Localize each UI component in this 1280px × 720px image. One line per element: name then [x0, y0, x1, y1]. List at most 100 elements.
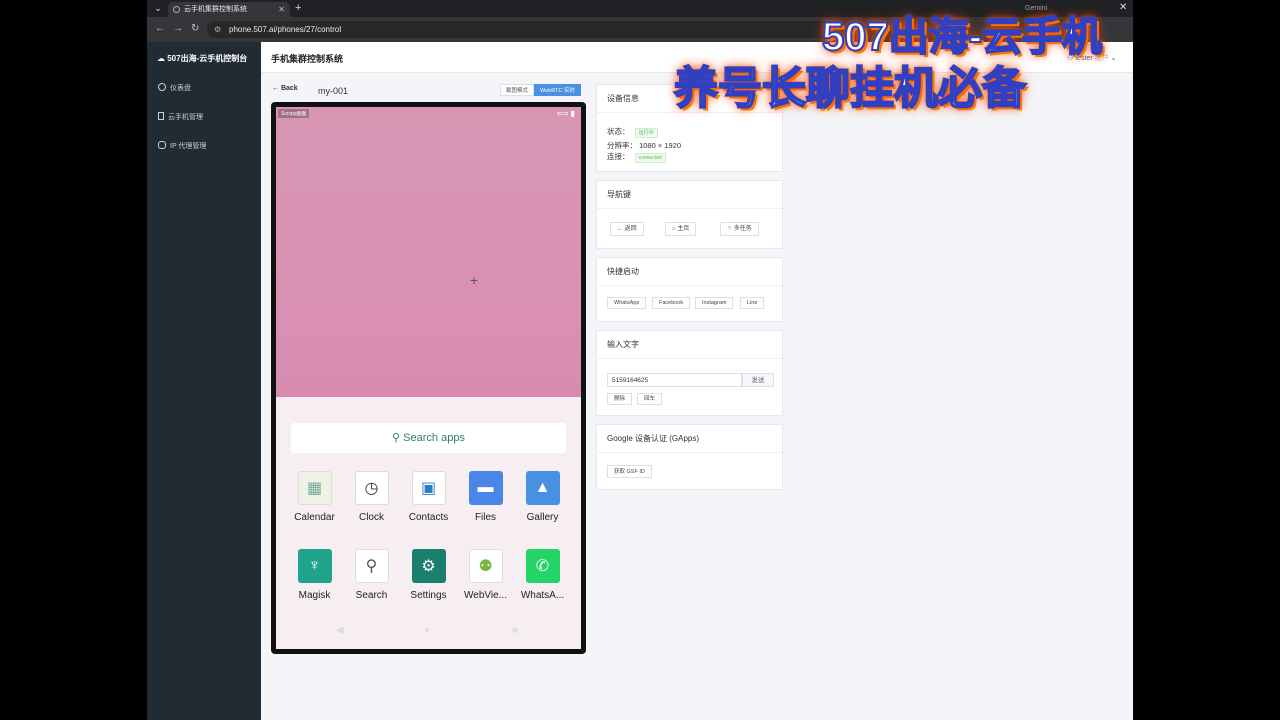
phone-frame: Scrcpy画面 ⟺ ▮ + ⚲ Search apps ▦ Calendar …: [271, 102, 586, 654]
app-label: Calendar: [294, 512, 335, 523]
search-icon: ⚲: [392, 432, 401, 444]
nav-back-label: 返回: [624, 226, 637, 232]
launch-instagram-button[interactable]: Instagram: [695, 297, 734, 309]
nav-back-icon[interactable]: ◀: [336, 625, 344, 636]
crosshair-icon: +: [470, 272, 479, 288]
url-text: phone.507.ai/phones/27/control: [229, 25, 342, 34]
status-badge: 运行中: [634, 128, 658, 138]
reload-icon[interactable]: ↻: [191, 23, 199, 35]
webrtc-mode-button[interactable]: WebRTC 实时: [534, 84, 581, 96]
nav-home-button[interactable]: ⌂ 主页: [665, 222, 697, 236]
android-navbar: ◀ ● ■: [276, 625, 581, 639]
phone-screen[interactable]: Scrcpy画面 ⟺ ▮ + ⚲ Search apps ▦ Calendar …: [276, 107, 581, 649]
clock-icon: ◷: [354, 471, 389, 505]
text-input-field[interactable]: 5159164625: [607, 373, 742, 387]
back-button[interactable]: ← Back: [272, 85, 298, 92]
cloud-icon: ☁: [157, 54, 165, 63]
back-arrow-icon[interactable]: ←: [155, 23, 165, 35]
enter-button[interactable]: 回车: [637, 393, 663, 405]
launch-facebook-button[interactable]: Facebook: [652, 297, 691, 309]
app-files[interactable]: ▬ Files: [457, 471, 514, 523]
back-arrow-icon: ←: [617, 226, 623, 232]
resolution-label: 分辨率：: [607, 141, 637, 150]
tab-search-icon[interactable]: ⌄: [151, 2, 165, 15]
app-whatsapp[interactable]: ✆ WhatsA...: [514, 549, 571, 601]
nav-recents-icon[interactable]: ■: [512, 625, 518, 636]
overlay-banner-line2: 养号长聊挂机必备: [673, 63, 1027, 114]
forward-arrow-icon[interactable]: →: [173, 23, 183, 35]
settings-icon: ⚙: [411, 549, 446, 583]
sidebar-item-label: 云手机管理: [168, 114, 203, 121]
launch-whatsapp-button[interactable]: WhatsApp: [607, 297, 647, 309]
app-label: Magisk: [298, 590, 331, 601]
app-label: Contacts: [408, 512, 449, 523]
sidebar-item-dashboard[interactable]: 仪表盘: [158, 83, 191, 95]
magisk-icon: ♆: [297, 549, 332, 583]
resolution-row: 分辨率： 1080 × 1920: [607, 140, 681, 151]
app-magisk[interactable]: ♆ Magisk: [286, 549, 343, 601]
resolution-value: 1080 × 1920: [639, 141, 682, 150]
tab-close-icon[interactable]: ✕: [278, 2, 285, 17]
app-label: Clock: [358, 512, 384, 523]
sidebar: ☁ 507出海-云手机控制台 仪表盘 云手机管理 IP 代理管理: [147, 42, 261, 720]
window-close-icon[interactable]: ✕: [1119, 1, 1127, 15]
rotate-icon: ⟺: [556, 109, 569, 118]
app-search[interactable]: ⚲ Search: [343, 549, 400, 601]
nav-home-icon[interactable]: ●: [424, 625, 430, 636]
launch-line-button[interactable]: Line: [740, 297, 765, 309]
stream-label: Scrcpy画面: [278, 109, 310, 118]
app-label: WhatsA...: [520, 590, 565, 601]
app-label: Files: [474, 512, 497, 523]
search-icon: ⚲: [354, 549, 389, 583]
brand-label: 507出海-云手机控制台: [167, 54, 248, 63]
page-title: 手机集群控制系统: [271, 54, 344, 64]
card-title: Google 设备认证 (GApps): [597, 425, 782, 453]
card-title: 快捷启动: [597, 258, 782, 286]
screenshot-mode-button[interactable]: 截图模式: [500, 84, 535, 96]
app-webview[interactable]: ⚉ WebVie...: [457, 549, 514, 601]
home-icon: ⌂: [672, 226, 676, 232]
whatsapp-icon: ✆: [525, 549, 560, 583]
delete-button[interactable]: 删除: [607, 393, 633, 405]
nav-keys-card: 导航键 ← 返回 ⌂ 主页 ⁘ 多任务: [596, 180, 783, 249]
calendar-icon: ▦: [297, 471, 332, 505]
gallery-icon: ▲: [525, 471, 560, 505]
card-title: 导航键: [597, 181, 782, 209]
app-label: Search: [355, 590, 388, 601]
app-calendar[interactable]: ▦ Calendar: [286, 471, 343, 523]
back-arrow-icon: ←: [272, 85, 279, 92]
app-gallery[interactable]: ▲ Gallery: [514, 471, 571, 523]
nav-multitask-button[interactable]: ⁘ 多任务: [720, 222, 759, 236]
grid-icon: ⁘: [727, 226, 733, 232]
sidebar-item-proxy[interactable]: IP 代理管理: [158, 141, 206, 153]
chevron-down-icon: ⌄: [1110, 55, 1117, 62]
search-apps-bar[interactable]: ⚲ Search apps: [291, 423, 566, 453]
status-row: 状态： 运行中: [607, 126, 658, 138]
sidebar-item-phones[interactable]: 云手机管理: [158, 112, 203, 124]
get-gsf-id-button[interactable]: 获取 GSF ID: [607, 465, 652, 478]
mode-switch: 截图模式 WebRTC 实时: [500, 84, 581, 96]
android-icon: ⚉: [468, 549, 503, 583]
address-bar[interactable]: ⚙ phone.507.ai/phones/27/control: [207, 21, 847, 38]
card-title: 输入文字: [597, 331, 782, 359]
favicon-icon: [173, 6, 180, 13]
files-icon: ▬: [468, 471, 503, 505]
gapps-card: Google 设备认证 (GApps) 获取 GSF ID: [596, 424, 783, 490]
app-contacts[interactable]: ▣ Contacts: [400, 471, 457, 523]
tab-title: 云手机集群控制系统: [184, 6, 247, 13]
device-name: my-001: [318, 86, 349, 96]
app-label: WebVie...: [464, 590, 507, 601]
send-button[interactable]: 发送: [742, 373, 774, 387]
contacts-icon: ▣: [411, 471, 446, 505]
tab-active[interactable]: 云手机集群控制系统 ✕: [168, 2, 290, 17]
nav-back-button[interactable]: ← 返回: [610, 222, 644, 236]
site-info-icon[interactable]: ⚙: [214, 23, 221, 36]
app-clock[interactable]: ◷ Clock: [343, 471, 400, 523]
dashboard-icon: [158, 83, 166, 91]
nav-home-label: 主页: [677, 226, 690, 232]
connection-badge: connected: [634, 153, 666, 163]
app-label: Gallery: [526, 512, 559, 523]
new-tab-icon[interactable]: +: [295, 1, 301, 15]
app-settings[interactable]: ⚙ Settings: [400, 549, 457, 601]
status-label: 状态：: [607, 127, 630, 136]
